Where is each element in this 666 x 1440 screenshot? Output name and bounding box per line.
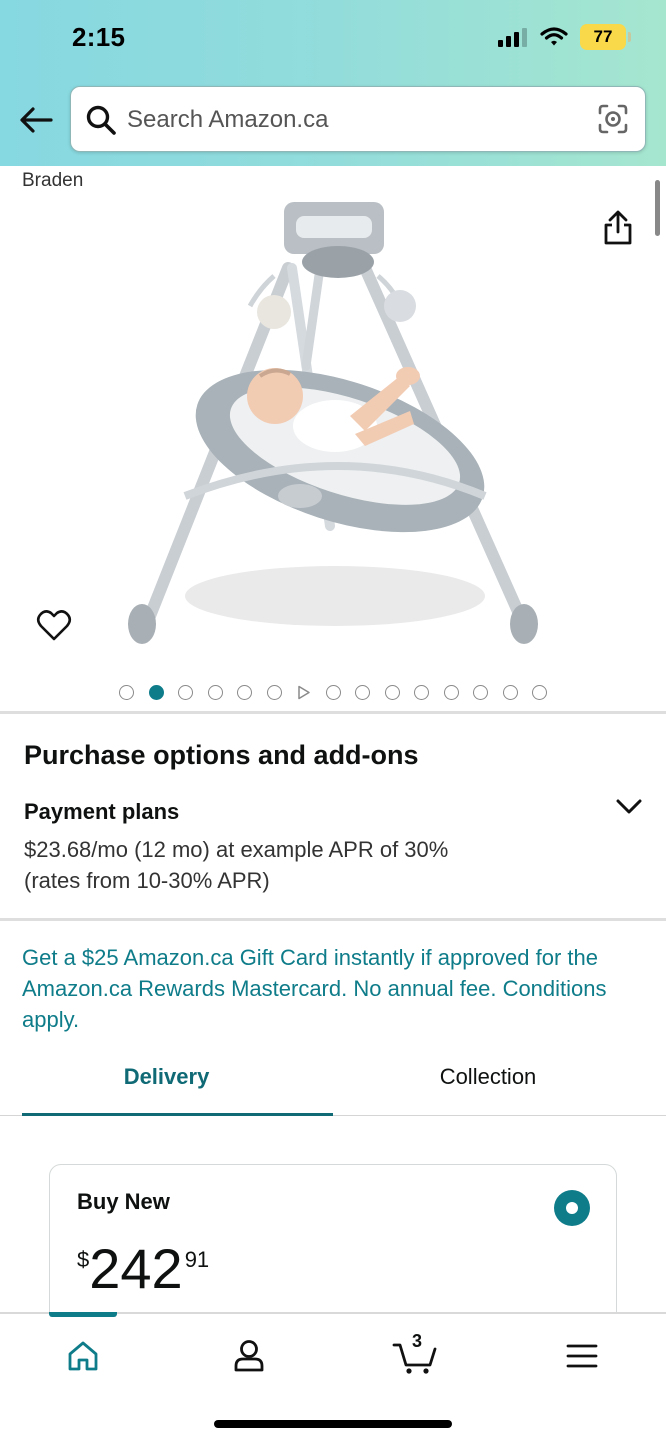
carousel-dot[interactable]	[414, 684, 429, 700]
payment-plan-detail: $23.68/mo (12 mo) at example APR of 30%	[24, 837, 449, 862]
nav-home[interactable]	[53, 1334, 113, 1378]
price-fraction: 91	[184, 1247, 210, 1272]
carousel-dot[interactable]	[502, 684, 518, 700]
carousel-dot[interactable]	[119, 684, 134, 700]
carousel-dot[interactable]	[532, 684, 547, 700]
menu-icon	[566, 1344, 598, 1368]
carousel-dot[interactable]	[266, 684, 282, 700]
payment-plans-title[interactable]: Payment plans	[24, 799, 179, 825]
nav-account[interactable]	[219, 1334, 279, 1378]
brand-name[interactable]: Braden	[22, 170, 83, 192]
search-icon	[86, 105, 116, 135]
credit-card-promo-link[interactable]: Get a $25 Amazon.ca Gift Card instantly …	[22, 942, 632, 1035]
cart-count: 3	[411, 1331, 422, 1351]
price: $ 242 91	[77, 1237, 209, 1297]
share-button[interactable]	[602, 210, 634, 251]
purchase-options-title: Purchase options and add-ons	[24, 740, 419, 770]
tab-active-indicator	[22, 1113, 333, 1116]
image-carousel-dots[interactable]	[0, 680, 666, 704]
nav-cart[interactable]: 3	[385, 1331, 445, 1378]
heart-icon	[36, 610, 72, 641]
carousel-dot[interactable]	[443, 684, 459, 700]
cellular-signal-icon	[498, 28, 527, 47]
scroll-indicator	[655, 180, 660, 236]
wifi-icon	[540, 27, 568, 46]
account-icon	[234, 1340, 264, 1372]
battery-indicator: 77	[580, 24, 631, 50]
back-button[interactable]	[16, 100, 56, 140]
buy-new-radio[interactable]	[554, 1190, 590, 1226]
status-time: 2:15	[72, 22, 126, 52]
price-currency: $	[77, 1247, 90, 1272]
section-divider	[0, 711, 666, 714]
chevron-down-icon	[616, 799, 642, 814]
nav-active-indicator	[49, 1312, 117, 1317]
carousel-dot[interactable]	[148, 684, 164, 700]
nav-menu[interactable]	[552, 1334, 612, 1378]
wishlist-button[interactable]	[36, 608, 72, 647]
product-image[interactable]	[110, 196, 570, 656]
carousel-dot[interactable]	[325, 684, 341, 700]
home-icon	[68, 1341, 98, 1371]
carousel-dot[interactable]	[237, 684, 252, 700]
tab-collection[interactable]: Collection	[333, 1064, 643, 1090]
battery-level: 77	[593, 27, 613, 46]
tab-delivery[interactable]: Delivery	[0, 1064, 333, 1090]
search-input[interactable]	[127, 103, 567, 137]
carousel-dot[interactable]	[207, 684, 223, 700]
carousel-dot[interactable]	[178, 684, 193, 700]
payment-plans-expand-button[interactable]	[614, 795, 644, 822]
bottom-nav: 3	[0, 1312, 666, 1440]
home-indicator	[214, 1420, 452, 1428]
carousel-video-icon[interactable]	[296, 685, 311, 700]
section-divider	[0, 918, 666, 921]
carousel-dot[interactable]	[473, 684, 488, 700]
carousel-dot[interactable]	[355, 684, 370, 700]
top-bar: 2:15 77	[0, 0, 666, 166]
camera-lens-icon	[598, 104, 628, 134]
arrow-left-icon	[20, 107, 53, 133]
status-icons: 77	[498, 24, 631, 50]
carousel-dot[interactable]	[384, 684, 400, 700]
payment-plan-rates: (rates from 10-30% APR)	[24, 868, 270, 893]
camera-search-button[interactable]	[597, 103, 629, 140]
price-whole: 242	[89, 1237, 183, 1300]
buy-new-label: Buy New	[77, 1189, 170, 1214]
search-bar[interactable]	[70, 86, 646, 152]
share-icon	[604, 210, 632, 245]
